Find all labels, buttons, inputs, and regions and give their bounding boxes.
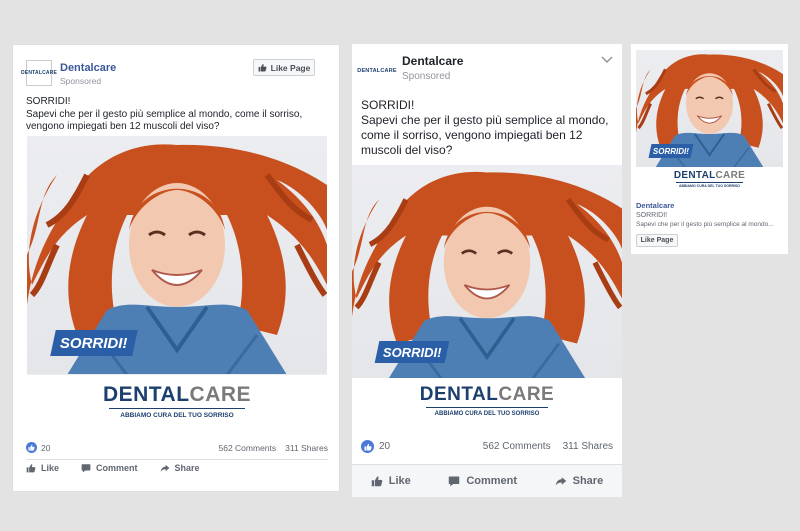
post-line: muscoli del viso? <box>361 143 453 157</box>
share-count[interactable]: 311 Shares <box>563 441 613 452</box>
comment-label: Comment <box>466 475 518 487</box>
like-button[interactable]: Like <box>26 463 59 473</box>
headline-tag-text: SORRIDI! <box>382 344 442 360</box>
sidebar-ad-line2: Sapevi che per il gesto più semplice al … <box>636 221 774 228</box>
logo-dental-text: DENTAL <box>419 384 499 405</box>
post-line: Sapevi che per il gesto più semplice al … <box>26 108 303 120</box>
logo-tagline: ABBIAMO CURA DEL TUO SORRISO <box>120 412 234 419</box>
share-button[interactable]: Share <box>160 463 200 473</box>
share-icon <box>555 475 567 487</box>
like-count[interactable]: 20 <box>41 443 50 453</box>
headline-tag: SORRIDI! <box>50 330 138 356</box>
comment-count[interactable]: 562 Comments <box>219 443 277 453</box>
ad-preview-mobile-feed: DENTALCARE Dentalcare Sponsored SORRIDI!… <box>352 44 622 497</box>
share-label: Share <box>572 475 604 487</box>
comment-count[interactable]: 562 Comments <box>483 441 551 452</box>
chevron-down-icon[interactable] <box>601 56 613 64</box>
brand-banner: DENTALCARE ABBIAMO CURA DEL TUO SORRISO <box>27 374 327 435</box>
ad-preview-right-column: SORRIDI! DENTALCARE ABBIAMO CURA DEL TUO… <box>631 44 788 254</box>
thumbs-up-icon <box>26 463 36 473</box>
logo-underline <box>676 182 743 183</box>
ad-image[interactable]: SORRIDI! <box>27 136 327 374</box>
ad-image[interactable]: SORRIDI! <box>636 50 783 167</box>
post-line: Sapevi che per il gesto più semplice al … <box>361 113 609 127</box>
brand-logo: DENTALCARE <box>636 170 783 181</box>
post-line: SORRIDI! <box>26 96 71 107</box>
like-page-label: Like Page <box>270 62 311 73</box>
reactions-bar: 20 562 Comments 311 Shares <box>26 442 328 453</box>
sponsored-label: Sponsored <box>402 71 451 82</box>
share-button[interactable]: Share <box>555 475 604 487</box>
thumbs-up-icon <box>361 440 374 453</box>
like-page-button[interactable]: Like Page <box>636 234 678 247</box>
like-page-label: Like Page <box>640 237 674 244</box>
logo-care-text: CARE <box>498 384 555 405</box>
thumbs-up-icon <box>26 442 37 453</box>
action-divider <box>26 459 328 460</box>
brand-avatar[interactable]: DENTALCARE <box>21 60 57 86</box>
logo-care-text: CARE <box>189 383 252 406</box>
logo-underline <box>426 407 548 408</box>
brand-logo: DENTALCARE <box>27 383 327 407</box>
brand-avatar[interactable]: DENTALCARE <box>357 56 397 86</box>
like-button[interactable]: Like <box>371 475 411 487</box>
like-count[interactable]: 20 <box>379 441 390 452</box>
comment-icon <box>81 463 91 473</box>
headline-tag: SORRIDI! <box>374 341 450 363</box>
brand-logo: DENTALCARE <box>352 384 622 406</box>
action-bar: Like Comment Share <box>26 463 200 473</box>
brand-banner: DENTALCARE ABBIAMO CURA DEL TUO SORRISO <box>636 167 783 195</box>
comment-icon <box>448 475 460 487</box>
ad-preview-desktop-feed: DENTALCARE Dentalcare Sponsored Like Pag… <box>12 44 340 492</box>
share-count[interactable]: 311 Shares <box>285 443 328 453</box>
logo-dental-text: DENTAL <box>673 170 716 181</box>
ad-image[interactable]: SORRIDI! <box>352 165 622 378</box>
like-label: Like <box>41 463 60 473</box>
logo-care-text: CARE <box>715 170 746 181</box>
sidebar-ad-line1: SORRIDI! <box>636 212 668 219</box>
logo-tagline: ABBIAMO CURA DEL TUO SORRISO <box>434 411 540 417</box>
comment-label: Comment <box>96 463 138 473</box>
thumbs-up-icon <box>258 63 267 72</box>
sidebar-ad-title[interactable]: Dentalcare <box>636 201 674 210</box>
headline-tag: SORRIDI! <box>648 144 694 158</box>
brand-banner: DENTALCARE ABBIAMO CURA DEL TUO SORRISO <box>352 378 622 430</box>
like-label: Like <box>388 475 411 487</box>
page-name-link[interactable]: Dentalcare <box>60 62 116 74</box>
thumbs-up-icon <box>371 475 383 487</box>
sponsored-label: Sponsored <box>60 76 102 86</box>
share-label: Share <box>174 463 200 473</box>
page-name-link[interactable]: Dentalcare <box>402 54 463 68</box>
post-line: SORRIDI! <box>361 98 415 112</box>
logo-tagline: ABBIAMO CURA DEL TUO SORRISO <box>678 184 741 188</box>
post-line: vengono impiegati ben 12 muscoli del vis… <box>26 121 220 132</box>
like-page-button[interactable]: Like Page <box>253 59 315 76</box>
logo-underline <box>109 408 245 409</box>
comment-button[interactable]: Comment <box>448 475 517 487</box>
headline-tag-text: SORRIDI! <box>60 334 128 352</box>
post-line: come il sorriso, vengono impiegati ben 1… <box>361 128 583 142</box>
logo-dental-text: DENTAL <box>102 383 190 406</box>
action-bar: Like Comment Share <box>352 464 622 497</box>
headline-tag-text: SORRIDI! <box>653 146 689 156</box>
post-message: SORRIDI! Sapevi che per il gesto più sem… <box>361 98 608 158</box>
reactions-bar: 20 562 Comments 311 Shares <box>361 440 613 453</box>
comment-button[interactable]: Comment <box>81 463 138 473</box>
post-message: SORRIDI! Sapevi che per il gesto più sem… <box>26 96 302 134</box>
share-icon <box>160 463 170 473</box>
